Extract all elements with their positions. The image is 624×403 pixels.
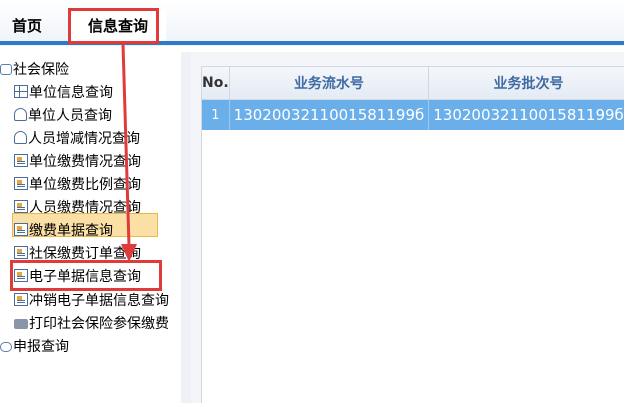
panel-divider [181, 52, 191, 403]
cell-batch: 1302003211001581199б [428, 99, 624, 130]
column-header-batch[interactable]: 业务批次号 [428, 67, 624, 100]
cell-serial: 1302003211001581199б [229, 99, 430, 130]
tree-item-print-insurance[interactable]: 打印社会保险参保缴费 [14, 313, 169, 335]
column-header-serial[interactable]: 业务流水号 [229, 67, 430, 100]
document-icon [14, 246, 28, 259]
tree-item-payment-bill[interactable]: 缴费单据查询 [14, 220, 113, 242]
tree-item-label: 单位缴费情况查询 [29, 154, 141, 170]
document-icon [14, 154, 28, 167]
document-icon [14, 200, 28, 213]
tab-home[interactable]: 首页 [0, 10, 54, 42]
document-icon [14, 177, 28, 190]
printer-icon [14, 319, 28, 329]
tree-root-label: 社会保险 [13, 62, 69, 78]
tree-item-label: 缴费单据查询 [29, 223, 113, 239]
tree-root-social-insurance[interactable]: 社会保险 [0, 59, 69, 81]
tree-item-e-bill-info[interactable]: 电子单据信息查询 [14, 266, 141, 288]
tree-item-unit-info[interactable]: 单位信息查询 [14, 82, 113, 104]
tree-item-payment-ratio[interactable]: 单位缴费比例查询 [14, 174, 141, 196]
tab-info-query[interactable]: 信息查询 [70, 10, 166, 42]
tree-item-label: 人员缴费情况查询 [29, 200, 141, 216]
tree-item-label: 社保缴费订单查询 [29, 246, 141, 262]
tree-item-order-query[interactable]: 社保缴费订单查询 [14, 243, 141, 265]
tree-item-staff-change[interactable]: 人员增减情况查询 [14, 128, 140, 150]
document-icon [14, 293, 28, 306]
cell-no: 1 [202, 99, 230, 130]
tree-item-label: 单位信息查询 [29, 85, 113, 101]
person-icon [14, 108, 27, 121]
grid-icon [14, 85, 28, 98]
result-table-container: No. 业务流水号 业务批次号 1 1302003211001581199б 1… [201, 66, 624, 403]
person-icon [14, 131, 27, 144]
tree-root-declaration[interactable]: 申报查询 [0, 336, 69, 358]
document-icon [14, 269, 28, 282]
tree-item-label: 人员增减情况查询 [28, 131, 140, 147]
tree-item-label: 单位人员查询 [28, 108, 112, 124]
top-tab-bar: 首页 信息查询 [0, 0, 624, 46]
tree-item-staff-payment[interactable]: 人员缴费情况查询 [14, 197, 141, 219]
insurance-icon [0, 64, 12, 75]
search-icon [0, 342, 12, 352]
tree-item-unit-staff[interactable]: 单位人员查询 [14, 105, 112, 127]
tree-item-label: 电子单据信息查询 [29, 269, 141, 285]
column-header-no[interactable]: No. [202, 67, 230, 100]
table-row[interactable]: 1 1302003211001581199б 13020032110015811… [202, 99, 624, 130]
document-icon [14, 223, 28, 236]
tab-underline [0, 41, 624, 45]
tree-item-unit-payment[interactable]: 单位缴费情况查询 [14, 151, 141, 173]
tree-root-label: 申报查询 [13, 339, 69, 355]
tree-item-reverse-e-bill[interactable]: 冲销电子单据信息查询 [14, 290, 169, 312]
result-table: No. 业务流水号 业务批次号 1 1302003211001581199б 1… [202, 67, 624, 130]
tree-item-label: 冲销电子单据信息查询 [29, 293, 169, 309]
tree-item-label: 单位缴费比例查询 [29, 177, 141, 193]
tree-item-label: 打印社会保险参保缴费 [29, 316, 169, 332]
result-panel: No. 业务流水号 业务批次号 1 1302003211001581199б 1… [191, 52, 624, 403]
